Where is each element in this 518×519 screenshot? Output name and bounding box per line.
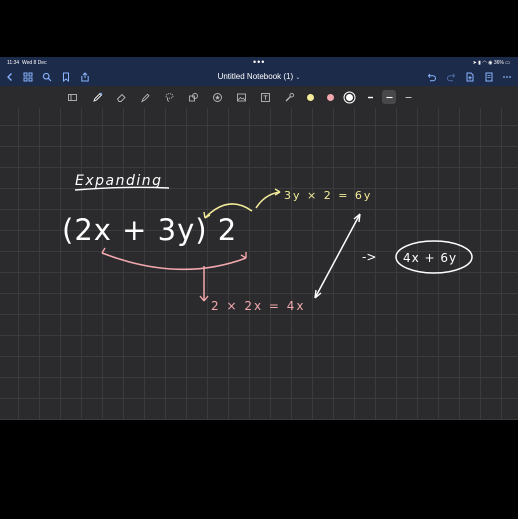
wifi-icon: ◠ (482, 60, 487, 66)
add-page-icon[interactable] (463, 70, 477, 84)
more-options-icon[interactable] (500, 70, 514, 84)
arrow-label-text: -> (362, 250, 376, 264)
expression-text: (2x + 3y) 2 (62, 213, 237, 247)
connector-arrow (314, 213, 361, 299)
letterbox-bottom (0, 420, 518, 519)
laser-pointer-icon[interactable] (282, 90, 296, 104)
multitask-dots[interactable]: ••• (253, 57, 265, 67)
step-bottom-text: 2 × 2x = 4x (211, 299, 305, 313)
status-time: 11:34 Wed 8 Dec (7, 60, 47, 66)
eraser-icon[interactable] (114, 90, 128, 104)
notebook-canvas[interactable]: Expanding (2x + 3y) 2 3y × 2 = 6y 2 × 2x… (0, 108, 518, 420)
status-bar: 11:34 Wed 8 Dec ••• ➤ ▮ ◠ ◉ 36% ▭ (0, 57, 518, 68)
highlighter-icon[interactable] (138, 90, 152, 104)
stroke-medium-icon[interactable] (382, 90, 396, 104)
battery-percent: 36% (493, 60, 504, 66)
stroke-thick-icon[interactable] (401, 90, 415, 104)
undo-icon[interactable] (425, 70, 439, 84)
notebook-app: 11:34 Wed 8 Dec ••• ➤ ▮ ◠ ◉ 36% ▭ Untitl… (0, 57, 518, 420)
shape-icon[interactable] (186, 90, 200, 104)
color-swatch-yellow[interactable] (307, 94, 314, 101)
signal-icon: ▮ (478, 60, 481, 66)
image-icon[interactable] (234, 90, 248, 104)
text-icon[interactable] (258, 90, 272, 104)
heading-text: Expanding (75, 173, 163, 189)
redo-icon[interactable] (444, 70, 458, 84)
sidebar-toggle-icon[interactable] (65, 90, 79, 104)
nav-bar: Untitled Notebook (1) ⌄ (0, 68, 518, 86)
lasso-icon[interactable] (162, 90, 176, 104)
drawing-toolbar (0, 86, 518, 109)
alarm-icon: ◉ (488, 60, 493, 66)
status-right: ➤ ▮ ◠ ◉ 36% ▭ (473, 60, 510, 66)
location-icon: ➤ (472, 60, 477, 66)
pink-arc (101, 252, 247, 271)
handwriting-layer: Expanding (2x + 3y) 2 3y × 2 = 6y 2 × 2x… (62, 173, 473, 313)
stroke-thin-icon[interactable] (363, 90, 377, 104)
notebook-title[interactable]: Untitled Notebook (1) ⌄ (0, 72, 518, 81)
pink-arc-head-left (101, 247, 109, 256)
pen-icon[interactable] (90, 90, 104, 104)
color-swatch-white[interactable] (346, 94, 353, 101)
pink-arc-head-right (240, 252, 247, 259)
result-text: 4x + 6y (403, 251, 457, 265)
step-top-text: 3y × 2 = 6y (284, 189, 372, 202)
battery-icon: ▭ (505, 60, 510, 66)
letterbox-top (0, 0, 518, 57)
sticker-icon[interactable] (210, 90, 224, 104)
page-layout-icon[interactable] (482, 70, 496, 84)
chevron-down-icon: ⌄ (295, 75, 301, 81)
color-swatch-pink[interactable] (327, 94, 334, 101)
